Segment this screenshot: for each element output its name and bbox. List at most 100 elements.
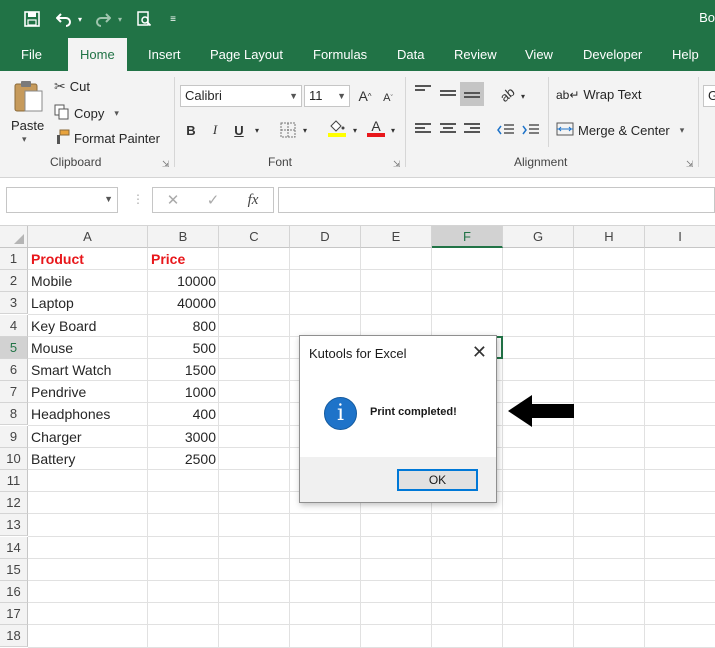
row-header-13[interactable]: 13 <box>0 514 28 537</box>
name-box[interactable]: ▼ <box>6 187 118 213</box>
underline-button[interactable]: U <box>230 119 248 141</box>
price-cell[interactable]: 10000 <box>148 270 219 292</box>
tab-data[interactable]: Data <box>385 38 436 71</box>
clipboard-launcher-icon[interactable]: ⇲ <box>162 159 170 170</box>
price-cell[interactable]: 800 <box>148 315 219 337</box>
borders-button[interactable] <box>278 119 298 141</box>
alignment-launcher-icon[interactable]: ⇲ <box>686 159 694 170</box>
header-cell-product[interactable]: Product <box>28 248 148 270</box>
number-format-select[interactable]: G <box>703 85 715 107</box>
column-header-e[interactable]: E <box>361 226 432 248</box>
tab-file[interactable]: File <box>9 38 54 71</box>
undo-icon[interactable] <box>54 8 74 30</box>
price-cell[interactable]: 500 <box>148 337 219 359</box>
merge-center-button[interactable]: Merge & Center ▾ <box>556 122 684 139</box>
row-header-12[interactable]: 12 <box>0 492 28 515</box>
grow-font-button[interactable]: A ^ <box>356 85 374 107</box>
product-cell[interactable]: Smart Watch <box>28 359 148 381</box>
font-name-select[interactable]: Calibri ▼ <box>180 85 302 107</box>
tab-formulas[interactable]: Formulas <box>301 38 379 71</box>
tab-insert[interactable]: Insert <box>136 38 193 71</box>
row-header-17[interactable]: 17 <box>0 603 28 626</box>
product-cell[interactable]: Battery <box>28 448 148 470</box>
cut-button[interactable]: ✂ Cut <box>54 78 90 95</box>
dialog-title-bar[interactable]: Kutools for Excel ✕ <box>300 336 496 370</box>
row-header-6[interactable]: 6 <box>0 359 28 381</box>
enter-icon[interactable]: ✓ <box>193 191 233 209</box>
copy-dropdown-icon[interactable]: ▾ <box>114 108 119 119</box>
header-cell-price[interactable]: Price <box>148 248 219 270</box>
font-launcher-icon[interactable]: ⇲ <box>393 159 401 170</box>
redo-icon[interactable] <box>93 8 113 30</box>
font-color-dropdown-icon[interactable]: ▾ <box>388 119 398 141</box>
row-header-7[interactable]: 7 <box>0 381 28 404</box>
row-header-1[interactable]: 1 <box>0 248 28 270</box>
row-header-2[interactable]: 2 <box>0 270 28 293</box>
resize-handle-icon[interactable]: ⋮ <box>132 192 144 206</box>
row-header-18[interactable]: 18 <box>0 625 28 648</box>
top-align-icon[interactable] <box>415 85 431 99</box>
print-preview-icon[interactable] <box>134 8 154 30</box>
bold-button[interactable]: B <box>182 119 200 141</box>
column-header-d[interactable]: D <box>290 226 361 248</box>
product-cell[interactable]: Headphones <box>28 403 148 425</box>
product-cell[interactable]: Mobile <box>28 270 148 292</box>
price-cell[interactable]: 40000 <box>148 292 219 314</box>
row-header-3[interactable]: 3 <box>0 292 28 315</box>
paste-label[interactable]: Paste <box>11 118 44 133</box>
shrink-font-button[interactable]: Aˇ <box>380 87 396 109</box>
price-cell[interactable]: 1500 <box>148 359 219 381</box>
product-cell[interactable]: Charger <box>28 426 148 448</box>
tab-page-layout[interactable]: Page Layout <box>198 38 295 71</box>
cancel-icon[interactable]: ✕ <box>153 191 193 209</box>
row-header-4[interactable]: 4 <box>0 314 28 337</box>
paste-dropdown-icon[interactable]: ▾ <box>22 134 27 145</box>
column-header-a[interactable]: A <box>28 226 148 248</box>
format-painter-button[interactable]: Format Painter <box>54 129 160 148</box>
tab-help[interactable]: Help <box>660 38 711 71</box>
row-header-14[interactable]: 14 <box>0 536 28 559</box>
fill-color-button[interactable] <box>326 117 348 139</box>
product-cell[interactable]: Mouse <box>28 337 148 359</box>
borders-dropdown-icon[interactable]: ▾ <box>300 119 310 141</box>
tab-view[interactable]: View <box>513 38 565 71</box>
middle-align-icon[interactable] <box>440 90 456 104</box>
tab-home[interactable]: Home <box>68 38 127 71</box>
row-header-10[interactable]: 10 <box>0 447 28 470</box>
row-header-9[interactable]: 9 <box>0 425 28 448</box>
tab-developer[interactable]: Developer <box>571 38 654 71</box>
row-header-11[interactable]: 11 <box>0 470 28 492</box>
align-right-icon[interactable] <box>464 123 480 137</box>
price-cell[interactable]: 3000 <box>148 426 219 448</box>
price-cell[interactable]: 1000 <box>148 381 219 403</box>
underline-dropdown-icon[interactable]: ▾ <box>252 119 262 141</box>
price-cell[interactable]: 400 <box>148 403 219 425</box>
italic-button[interactable]: I <box>206 119 224 141</box>
wrap-text-button[interactable]: ab↵ Wrap Text <box>556 87 641 102</box>
copy-button[interactable]: Copy ▾ <box>54 104 119 123</box>
row-header-5[interactable]: 5 <box>0 336 28 359</box>
paste-button[interactable] <box>10 79 46 113</box>
font-color-button[interactable]: A <box>366 117 386 139</box>
save-icon[interactable] <box>22 8 42 30</box>
column-header-h[interactable]: H <box>574 226 645 248</box>
merge-dropdown-icon[interactable]: ▾ <box>680 125 685 136</box>
customize-qat-icon[interactable]: ≡ <box>166 8 180 30</box>
font-size-select[interactable]: 11 ▼ <box>304 85 350 107</box>
tab-review[interactable]: Review <box>442 38 509 71</box>
column-header-i[interactable]: I <box>645 226 715 248</box>
price-cell[interactable]: 2500 <box>148 448 219 470</box>
orientation-button[interactable]: ab <box>497 83 518 105</box>
row-header-8[interactable]: 8 <box>0 403 28 426</box>
redo-dropdown-icon[interactable]: ▾ <box>115 8 125 30</box>
ok-button[interactable]: OK <box>397 469 478 491</box>
column-header-c[interactable]: C <box>219 226 290 248</box>
bottom-align-button[interactable] <box>460 82 484 106</box>
row-header-16[interactable]: 16 <box>0 581 28 603</box>
column-header-g[interactable]: G <box>503 226 574 248</box>
row-header-15[interactable]: 15 <box>0 558 28 581</box>
orientation-dropdown-icon[interactable]: ▾ <box>518 85 528 107</box>
align-center-icon[interactable] <box>440 123 456 137</box>
column-header-f[interactable]: F <box>432 226 503 248</box>
increase-indent-button[interactable] <box>520 119 542 141</box>
